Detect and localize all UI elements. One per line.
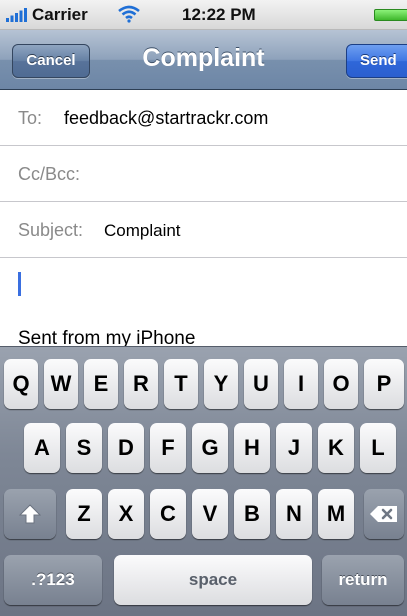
return-key[interactable]: return: [322, 555, 404, 605]
send-button[interactable]: Send: [346, 44, 407, 78]
key-g[interactable]: G: [192, 423, 228, 473]
key-o[interactable]: O: [324, 359, 358, 409]
status-bar: Carrier 12:22 PM: [0, 0, 407, 30]
to-field[interactable]: To: feedback@startrackr.com: [0, 90, 407, 146]
text-cursor: [18, 272, 21, 296]
cc-bcc-label: Cc/Bcc:: [18, 164, 81, 184]
delete-key[interactable]: [364, 489, 404, 539]
backspace-icon: [370, 506, 397, 522]
battery-icon: [374, 9, 407, 21]
to-recipient[interactable]: feedback@startrackr.com: [64, 108, 268, 129]
space-key[interactable]: space: [114, 555, 312, 605]
navigation-bar: Cancel Complaint Send: [0, 30, 407, 90]
subject-value[interactable]: Complaint: [104, 221, 181, 241]
to-label: To:: [18, 108, 43, 128]
key-i[interactable]: I: [284, 359, 318, 409]
shift-key[interactable]: [4, 489, 56, 539]
carrier-name: Carrier: [32, 5, 88, 24]
key-s[interactable]: S: [66, 423, 102, 473]
key-w[interactable]: W: [44, 359, 78, 409]
subject-label: Subject:: [18, 220, 84, 240]
key-y[interactable]: Y: [204, 359, 238, 409]
key-t[interactable]: T: [164, 359, 198, 409]
key-m[interactable]: M: [318, 489, 354, 539]
subject-field[interactable]: Subject: Complaint: [0, 202, 407, 258]
shift-arrow-icon: [19, 504, 41, 524]
numbers-key[interactable]: .?123: [4, 555, 102, 605]
key-f[interactable]: F: [150, 423, 186, 473]
key-q[interactable]: Q: [4, 359, 38, 409]
key-j[interactable]: J: [276, 423, 312, 473]
key-a[interactable]: A: [24, 423, 60, 473]
status-time: 12:22 PM: [182, 5, 256, 24]
key-k[interactable]: K: [318, 423, 354, 473]
signal-strength-icon: [6, 8, 27, 22]
key-r[interactable]: R: [124, 359, 158, 409]
key-d[interactable]: D: [108, 423, 144, 473]
key-b[interactable]: B: [234, 489, 270, 539]
key-h[interactable]: H: [234, 423, 270, 473]
key-z[interactable]: Z: [66, 489, 102, 539]
keyboard: Q W E R T Y U I O P A S D F G H J K L Z …: [0, 346, 407, 616]
key-n[interactable]: N: [276, 489, 312, 539]
key-e[interactable]: E: [84, 359, 118, 409]
key-x[interactable]: X: [108, 489, 144, 539]
cc-bcc-field[interactable]: Cc/Bcc:: [0, 146, 407, 202]
key-p[interactable]: P: [364, 359, 404, 409]
key-u[interactable]: U: [244, 359, 278, 409]
key-v[interactable]: V: [192, 489, 228, 539]
wifi-icon: [118, 5, 140, 23]
key-c[interactable]: C: [150, 489, 186, 539]
key-l[interactable]: L: [360, 423, 396, 473]
